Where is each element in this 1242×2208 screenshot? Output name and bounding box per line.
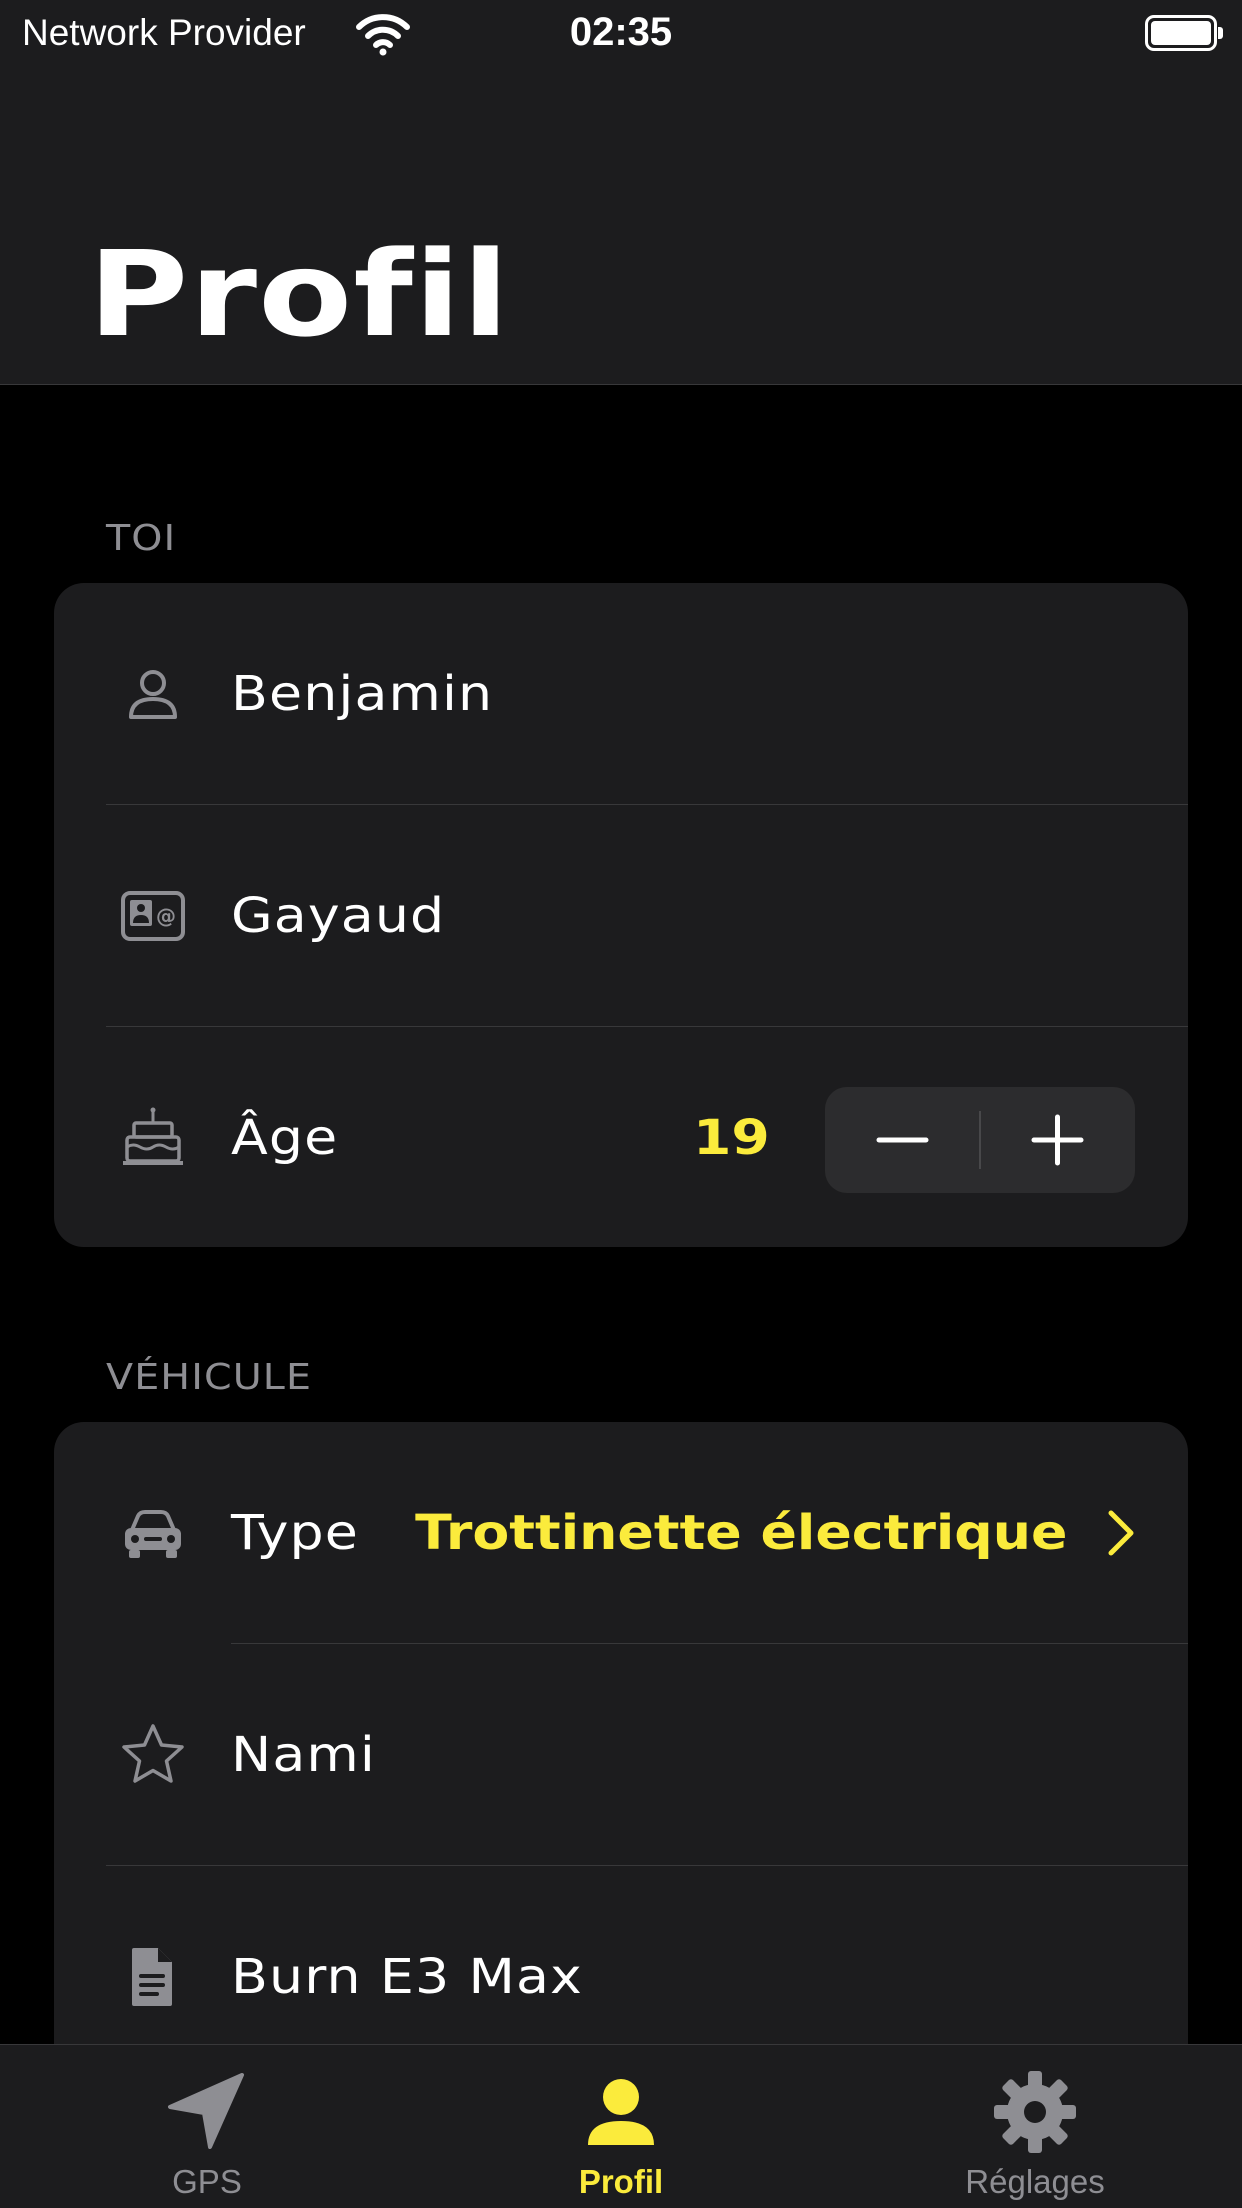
plus-icon xyxy=(1031,1114,1084,1166)
location-arrow-icon xyxy=(168,2073,244,2149)
age-label: Âge xyxy=(231,1110,339,1166)
vehicle-name-field[interactable]: Nami xyxy=(231,1727,376,1783)
tab-reglages[interactable]: Réglages xyxy=(828,2045,1242,2208)
tab-label: GPS xyxy=(172,2163,242,2200)
vehicle-name-row[interactable]: Nami xyxy=(54,1644,1188,1866)
increment-button[interactable] xyxy=(980,1087,1135,1193)
tab-gps[interactable]: GPS xyxy=(0,2045,414,2208)
first-name-field[interactable]: Benjamin xyxy=(231,666,493,722)
tab-bar: GPS Profil Réglages xyxy=(0,2044,1242,2208)
document-icon xyxy=(132,1948,172,2006)
card-vehicle: Type Trottinette électrique Nami Burn E3… xyxy=(54,1422,1188,2102)
vehicle-type-row[interactable]: Type Trottinette électrique xyxy=(54,1422,1188,1644)
age-value: 19 xyxy=(693,1110,770,1166)
card-you: Benjamin @ Gayaud Âge 19 xyxy=(54,583,1188,1247)
vehicle-type-value: Trottinette électrique xyxy=(415,1505,1068,1561)
car-icon xyxy=(125,1510,181,1558)
svg-text:@: @ xyxy=(156,904,176,928)
section-header-you: TOI xyxy=(106,518,177,559)
minus-icon xyxy=(876,1137,929,1143)
tab-label: Réglages xyxy=(965,2163,1105,2200)
person-icon xyxy=(588,2079,654,2145)
page-title: Profil xyxy=(88,225,511,363)
navigation-header: Network Provider 02:35 Profil xyxy=(0,0,1242,385)
birthday-cake-icon xyxy=(123,1107,183,1165)
age-row: Âge 19 xyxy=(54,1027,1188,1247)
last-name-field[interactable]: Gayaud xyxy=(231,888,445,944)
tab-profil[interactable]: Profil xyxy=(414,2045,828,2208)
vehicle-model-field[interactable]: Burn E3 Max xyxy=(231,1949,583,2005)
age-stepper[interactable] xyxy=(825,1087,1135,1193)
section-header-vehicle: VÉHICULE xyxy=(106,1357,313,1398)
star-icon xyxy=(122,1724,184,1783)
contact-card-icon: @ xyxy=(121,891,185,941)
status-time: 02:35 xyxy=(569,10,673,54)
vehicle-type-label: Type xyxy=(231,1505,359,1561)
person-outline-icon xyxy=(129,670,177,719)
gear-icon xyxy=(994,2071,1076,2153)
decrement-button[interactable] xyxy=(825,1087,980,1193)
battery-icon xyxy=(1145,15,1223,51)
tab-label: Profil xyxy=(578,2163,664,2200)
chevron-right-icon xyxy=(1108,1510,1134,1556)
last-name-row[interactable]: @ Gayaud xyxy=(54,805,1188,1027)
first-name-row[interactable]: Benjamin xyxy=(54,583,1188,805)
